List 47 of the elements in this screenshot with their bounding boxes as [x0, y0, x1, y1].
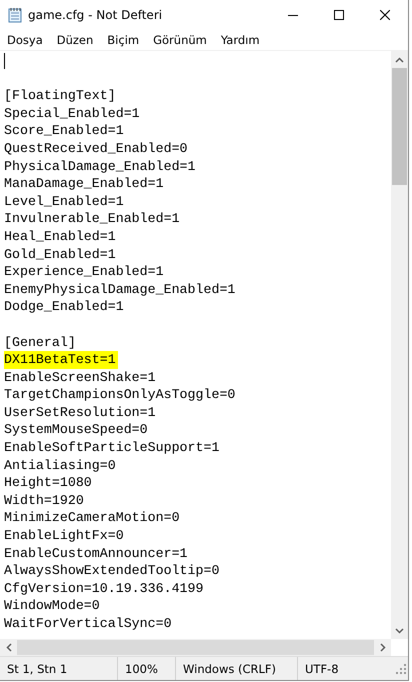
text-line: Special_Enabled=1 — [4, 104, 140, 122]
status-text: St 1, Stn 1 — [0, 657, 118, 680]
window-title: game.cfg - Not Defteri — [28, 8, 164, 22]
vertical-scrollbar[interactable] — [391, 51, 408, 639]
text-line: TargetChampionsOnlyAsToggle=0 — [4, 386, 236, 404]
horizontal-scrollbar[interactable] — [0, 639, 391, 656]
scrollbar-thumb[interactable] — [17, 640, 374, 655]
menu-item[interactable]: Görünüm — [148, 33, 212, 47]
text-line: SystemMouseSpeed=0 — [4, 421, 148, 440]
status-text: 100% — [118, 657, 176, 680]
text-line: Heal_Enabled=1 — [4, 228, 116, 246]
text-line: Score_Enabled=1 — [4, 122, 124, 140]
menu-item[interactable]: Düzen — [52, 33, 98, 47]
text-line: Invulnerable_Enabled=1 — [4, 210, 180, 228]
text-line: EnableCustomAnnouncer=1 — [4, 544, 188, 562]
status-text: Windows (CRLF) — [176, 657, 298, 680]
notepad-icon — [8, 7, 22, 23]
text-line: EnableLightFx=0 — [4, 527, 124, 545]
text-line: ManaDamage_Enabled=1 — [4, 175, 164, 193]
text-line: [FloatingText] — [4, 87, 116, 105]
text-line: QuestReceived_Enabled=0 — [4, 140, 188, 158]
text-line: Height=1080 — [4, 474, 92, 492]
text-line: CfgVersion=10.19.336.4199 — [4, 580, 204, 598]
text-line: Experience_Enabled=1 — [4, 263, 164, 281]
text-line: Level_Enabled=1 — [4, 192, 124, 210]
text-line: EnableSoftParticleSupport=1 — [4, 439, 220, 457]
text-line: Width=1920 — [4, 492, 84, 510]
resize-grip-icon[interactable] — [396, 664, 406, 674]
text-line: EnemyPhysicalDamage_Enabled=1 — [4, 280, 236, 298]
text-line: WaitForVerticalSync=0 — [4, 615, 172, 633]
text-line: MinimizeCameraMotion=0 — [4, 509, 180, 528]
text-line: Gold_Enabled=1 — [4, 246, 116, 264]
text-line: PhysicalDamage_Enabled=1 — [4, 158, 196, 176]
text-line: Antialiasing=0 — [4, 456, 116, 474]
menu-item[interactable]: Dosya — [2, 33, 48, 47]
text-line: Dodge_Enabled=1 — [4, 298, 124, 316]
status-text: UTF-8 — [304, 660, 340, 678]
text-line: EnableScreenShake=1 — [4, 368, 156, 386]
maximize-icon[interactable] — [334, 10, 344, 20]
menu-item[interactable]: Biçim — [102, 33, 144, 47]
text-line: WindowMode=0 — [4, 597, 100, 615]
close-icon[interactable] — [380, 10, 390, 20]
menu-item[interactable]: Yardım — [216, 33, 265, 47]
text-line: UserSetResolution=1 — [4, 404, 156, 422]
scrollbar-thumb[interactable] — [392, 68, 407, 185]
text-line: [General] — [4, 334, 76, 352]
text-line: AlwaysShowExtendedTooltip=0 — [4, 562, 220, 580]
